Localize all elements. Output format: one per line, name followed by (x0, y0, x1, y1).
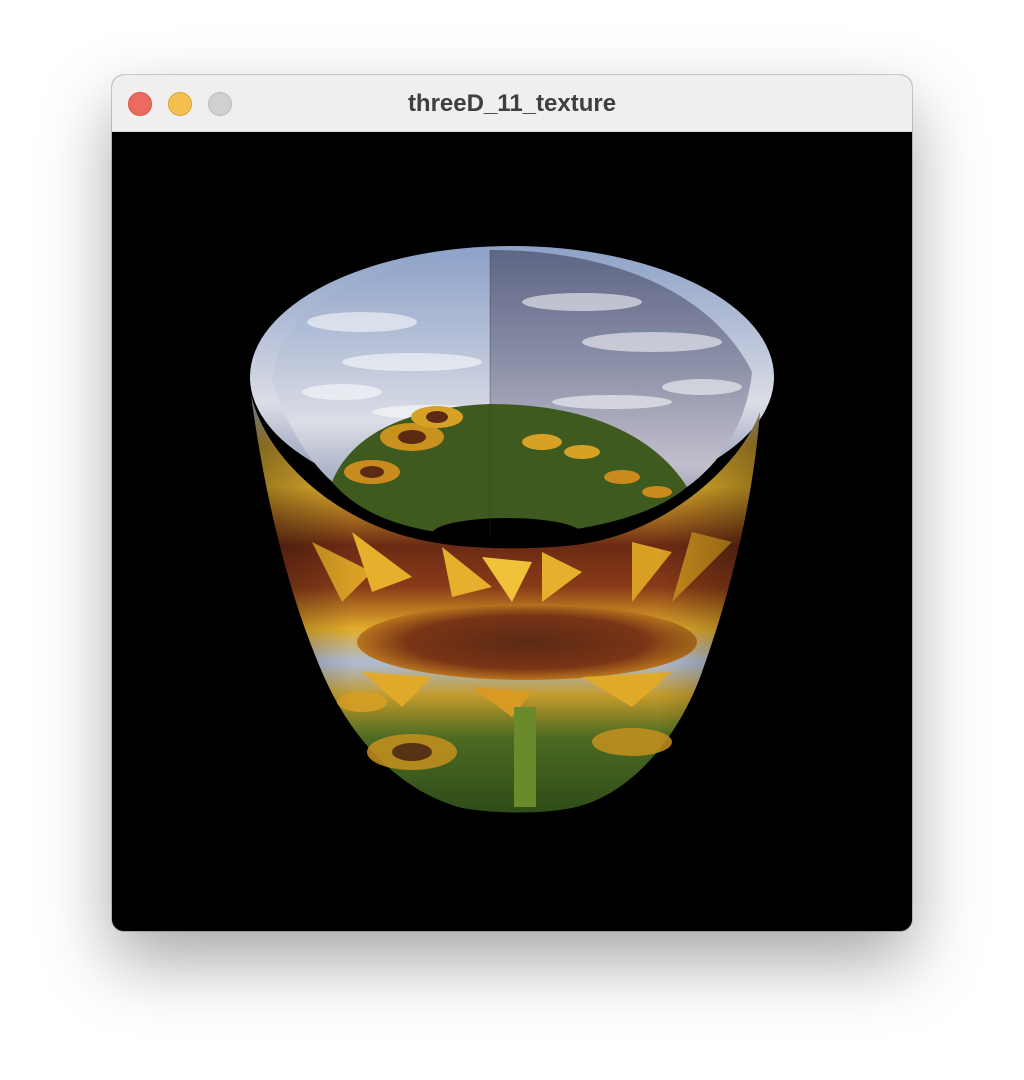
title-bar[interactable]: threeD_11_texture (112, 75, 912, 132)
app-window: threeD_11_texture (112, 75, 912, 931)
window-title: threeD_11_texture (407, 90, 617, 117)
desktop: threeD_11_texture (0, 0, 1024, 1080)
inner-bottom-opening (432, 518, 582, 550)
textured-cylinder (250, 246, 774, 813)
render-canvas[interactable] (112, 132, 912, 931)
